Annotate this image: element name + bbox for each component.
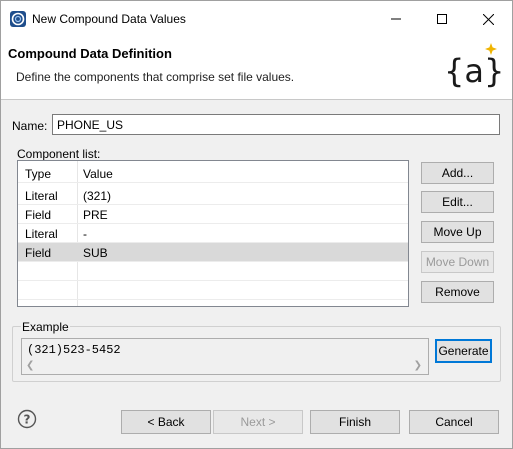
svg-text:?: ? (24, 413, 31, 427)
banner-description: Define the components that comprise set … (16, 70, 295, 84)
row-type: Field (25, 246, 52, 260)
svg-text:{a}: {a} (444, 52, 502, 90)
title-bar[interactable]: New Compound Data Values (1, 1, 512, 37)
row-type: Literal (25, 227, 58, 241)
move-up-button[interactable]: Move Up (421, 221, 494, 243)
row-value: (321) (83, 189, 112, 203)
component-table[interactable]: Type Value Literal (321) Field PRE Liter… (17, 160, 409, 307)
header-banner: Compound Data Definition Define the comp… (1, 37, 512, 100)
table-row-empty (18, 281, 408, 300)
table-row[interactable]: Field PRE (18, 205, 408, 224)
cancel-button[interactable]: Cancel (409, 410, 499, 434)
minimize-button[interactable] (373, 1, 419, 37)
row-type: Literal (25, 189, 58, 203)
close-icon (482, 13, 494, 25)
scroll-right-icon[interactable]: ❯ (414, 360, 422, 371)
row-value: PRE (83, 208, 108, 222)
remove-button[interactable]: Remove (421, 281, 494, 303)
name-label: Name: (12, 119, 48, 133)
finish-button[interactable]: Finish (310, 410, 400, 434)
generate-button[interactable]: Generate (435, 339, 492, 363)
table-row-empty (18, 262, 408, 281)
table-header-row: Type Value (18, 164, 408, 183)
table-row-selected[interactable]: Field SUB (18, 243, 408, 262)
move-down-button[interactable]: Move Down (421, 251, 494, 273)
name-input[interactable] (52, 114, 500, 135)
component-list-label: Component list: (17, 147, 101, 161)
variable-logo-icon: {a} (438, 40, 504, 96)
row-value: - (83, 227, 87, 241)
minimize-icon (391, 14, 401, 24)
row-value: SUB (83, 246, 108, 260)
add-button[interactable]: Add... (421, 162, 494, 184)
banner-title: Compound Data Definition (8, 46, 172, 61)
back-button[interactable]: < Back (121, 410, 211, 434)
column-header-type: Type (25, 167, 52, 181)
table-row[interactable]: Literal - (18, 224, 408, 243)
example-value: (321)523-5452 (27, 343, 121, 357)
example-label: Example (21, 320, 70, 334)
app-icon (10, 11, 26, 27)
edit-button[interactable]: Edit... (421, 191, 494, 213)
dialog-window: New Compound Data Values Compound Data D… (0, 0, 513, 449)
maximize-button[interactable] (419, 1, 465, 37)
column-header-value: Value (83, 167, 113, 181)
close-button[interactable] (465, 1, 511, 37)
next-button[interactable]: Next > (213, 410, 303, 434)
scroll-left-icon[interactable]: ❮ (26, 360, 34, 371)
help-icon[interactable]: ? (17, 409, 37, 429)
example-output-field[interactable]: (321)523-5452 ❮ ❯ (21, 338, 429, 375)
row-type: Field (25, 208, 52, 222)
window-title: New Compound Data Values (32, 12, 186, 26)
maximize-icon (437, 14, 447, 24)
table-row[interactable]: Literal (321) (18, 186, 408, 205)
